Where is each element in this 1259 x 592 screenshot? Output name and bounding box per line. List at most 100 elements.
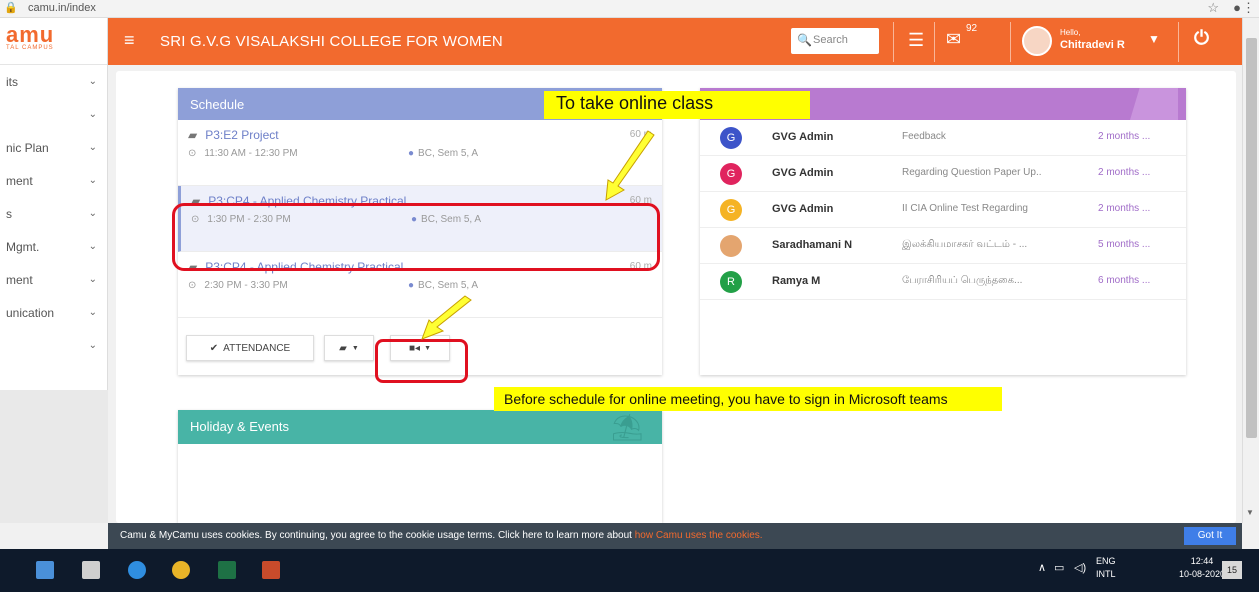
top-header: ≡ SRI G.V.G VISALAKSHI COLLEGE FOR WOMEN… [108,18,1242,65]
sidebar-item[interactable]: ment ⌄ [0,263,107,296]
snipping-tool-icon[interactable] [82,561,100,579]
header-divider [934,22,935,62]
check-icon: ✔ [209,342,219,354]
message-row[interactable]: G GVG Admin II CIA Online Test Regarding 2 … [700,192,1186,228]
attendance-button[interactable]: ✔ ATTENDANCE [186,335,314,361]
envelope-icon [1130,88,1178,120]
hamburger-menu-icon[interactable]: ≡ [124,30,135,51]
search-input[interactable]: 🔍 Search [791,28,879,54]
book-dropdown-button[interactable]: ▰ ▼ [324,335,374,361]
message-sender: Ramya M [772,275,821,287]
book-icon: ▰ [188,128,198,142]
user-name[interactable]: Chitradevi R [1060,39,1125,51]
holiday-events-header: Holiday & Events ⛱ [178,410,662,444]
mail-icon[interactable]: ✉ [946,29,961,50]
chevron-down-icon: ⌄ [88,109,97,120]
network-icon[interactable]: ▭ [1054,561,1064,574]
sidebar-item-label: s [6,206,12,221]
language-indicator[interactable]: ENG INTL [1096,555,1116,581]
schedule-item-meta: ⊙ 2:30 PM - 3:30 PM ● BC, Sem 5, A [188,280,662,291]
user-avatar[interactable] [1022,26,1052,56]
annotation-highlight-video-button [375,339,468,383]
message-sender: Saradhamani N [772,239,853,251]
message-subject: Feedback [902,131,946,142]
page-scrollbar[interactable]: ▼ [1242,18,1259,523]
sidebar-item[interactable]: its ⌄ [0,65,107,98]
sidebar-item[interactable]: unication ⌄ [0,296,107,329]
file-explorer-icon[interactable] [36,561,54,579]
schedule-item-time: 2:30 PM - 3:30 PM [204,280,288,291]
messages-card: G GVG Admin Feedback 2 months ... G GVG Admin… [700,88,1186,375]
annotation-highlight-schedule [172,203,660,271]
chevron-down-icon: ⌄ [88,274,97,285]
sidebar-item[interactable]: s ⌄ [0,197,107,230]
bookmark-star-icon[interactable]: ☆ [1207,0,1219,16]
taskbar-clock[interactable]: 12:44 10-08-2020 [1179,555,1225,581]
account-icon[interactable]: ● [1233,0,1241,15]
caret-down-icon[interactable]: ▼ [1148,32,1160,46]
hello-label: Hello, [1060,28,1081,37]
message-sender: GVG Admin [772,131,834,143]
message-time: 2 months ... [1098,203,1151,214]
volume-icon[interactable]: ◁) [1074,561,1086,574]
annotation-teams-signin: Before schedule for online meeting, you … [494,387,1002,411]
search-placeholder: Search [813,34,848,46]
sidebar-item-label: its [6,74,18,89]
message-row[interactable]: G GVG Admin Regarding Question Paper Up...… [700,156,1186,192]
sidebar-item[interactable]: ⌄ [0,98,107,131]
schedule-item[interactable]: ▰ P3:E2 Project 60 m ⊙ 11:30 AM - 12:30 PM ● B… [178,120,662,186]
schedule-item-duration: 60 m [629,129,652,140]
address-bar[interactable]: camu.in/index [28,2,96,14]
cookie-banner: Camu & MyCamu uses cookies. By continuin… [108,523,1242,549]
list-menu-icon[interactable]: ☰ [908,30,924,51]
message-avatar: R [720,271,742,293]
powerpoint-icon[interactable] [262,561,280,579]
cookie-text: Camu & MyCamu uses cookies. By continuin… [120,530,763,541]
sidebar-empty-area [0,390,108,523]
sidebar-item[interactable]: nic Plan ⌄ [0,131,107,164]
chevron-down-icon: ⌄ [88,142,97,153]
chevron-down-icon: ⌄ [88,208,97,219]
message-subject: Regarding Question Paper Up... [902,167,1042,178]
tray-chevron-up-icon[interactable]: ∧ [1038,561,1046,574]
message-sender: GVG Admin [772,203,834,215]
message-time: 2 months ... [1098,167,1151,178]
sidebar-item-label: nic Plan [6,140,49,155]
message-time: 6 months ... [1098,275,1151,286]
message-row[interactable]: Saradhamani N இலக்கியமாசகர் வட்டம் - ... 5… [700,228,1186,264]
message-subject: இலக்கியமாசகர் வட்டம் - ... [902,239,1028,250]
excel-icon[interactable] [218,561,236,579]
browser-bar: 🔒 camu.in/index ☆ ● ⋮ [0,0,1259,18]
schedule-item-time-wrap: ⊙ 2:30 PM - 3:30 PM [188,280,408,291]
browser-menu-icon[interactable]: ⋮ [1242,0,1255,16]
schedule-item-meta: ⊙ 11:30 AM - 12:30 PM ● BC, Sem 5, A [188,148,662,159]
holiday-events-title: Holiday & Events [190,419,289,434]
sidebar-item-label: unication [6,305,55,320]
scroll-down-arrow-icon[interactable]: ▼ [1246,508,1254,517]
message-avatar: G [720,163,742,185]
sidebar-item[interactable]: Mgmt. ⌄ [0,230,107,263]
scroll-thumb[interactable] [1246,38,1257,438]
message-sender: GVG Admin [772,167,834,179]
caret-down-icon: ▼ [351,344,359,352]
sidebar-item-label: ment [6,272,33,287]
chrome-icon[interactable] [172,561,190,579]
message-row[interactable]: G GVG Admin Feedback 2 months ... [700,120,1186,156]
cookie-policy-link[interactable]: how Camu uses the cookies. [635,530,763,541]
message-time: 5 months ... [1098,239,1151,250]
schedule-item-time-wrap: ⊙ 11:30 AM - 12:30 PM [188,148,408,159]
notification-center-icon[interactable]: 15 [1222,561,1242,579]
message-avatar: G [720,199,742,221]
cookie-accept-button[interactable]: Got It [1184,527,1236,545]
skype-icon[interactable] [128,561,146,579]
camu-logo[interactable]: amu TAL CAMPUS [0,18,107,65]
windows-taskbar: ∧ ▭ ◁) ENG INTL 12:44 10-08-2020 15 [0,549,1259,592]
sidebar-item[interactable]: ment ⌄ [0,164,107,197]
power-logout-icon[interactable]: ⏻ [1194,28,1209,50]
chevron-down-icon: ⌄ [88,307,97,318]
sidebar-item[interactable]: ⌄ [0,329,107,362]
message-row[interactable]: R Ramya M பேராசிரியப் பெருந்தகை... 6 months… [700,264,1186,300]
header-divider [1010,22,1011,62]
schedule-item-location: BC, Sem 5, A [418,148,479,159]
holiday-events-card: Holiday & Events ⛱ [178,410,662,523]
